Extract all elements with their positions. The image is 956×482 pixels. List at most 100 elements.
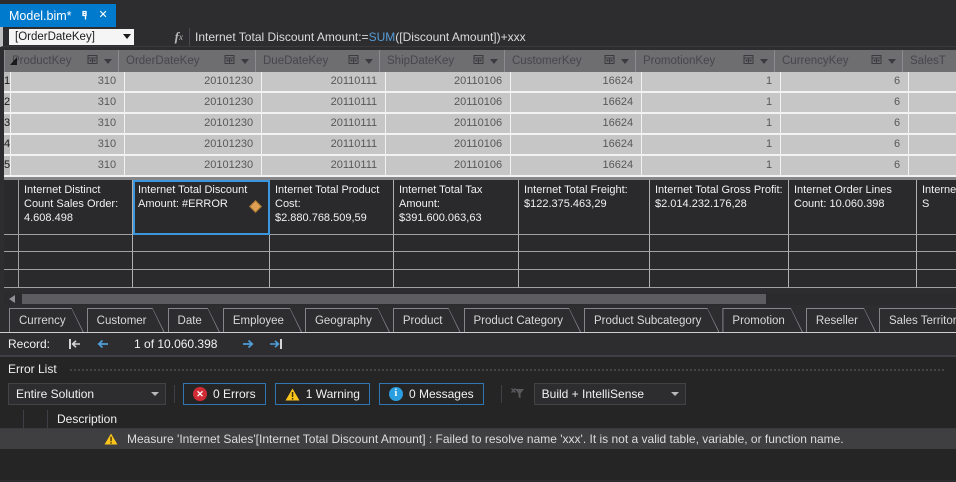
measure-cell[interactable] — [19, 270, 133, 288]
grid-cell[interactable]: 310 — [11, 72, 126, 93]
row-number[interactable]: 1 — [4, 72, 12, 93]
measure-cell[interactable]: Internet Total Discount Amount: #ERROR — [133, 180, 270, 235]
previous-record-button[interactable] — [96, 338, 109, 350]
grid-cell[interactable]: 20110106 — [386, 135, 512, 156]
measure-cell[interactable] — [917, 252, 956, 270]
grid-cell[interactable] — [909, 93, 956, 114]
measure-cell[interactable] — [650, 252, 789, 270]
grid-cell[interactable]: 1 — [642, 135, 782, 156]
grid-cell[interactable]: 16624 — [511, 135, 643, 156]
row-number[interactable]: 2 — [4, 93, 12, 114]
next-record-button[interactable] — [242, 338, 255, 350]
row-number[interactable]: 5 — [4, 156, 12, 177]
grid-cell[interactable]: 1 — [642, 156, 782, 177]
scrollbar-thumb[interactable] — [22, 294, 766, 304]
table-tab-currency[interactable]: Currency — [9, 308, 84, 332]
measure-cell[interactable] — [917, 270, 956, 288]
grid-cell[interactable]: 310 — [11, 93, 126, 114]
column-header[interactable]: ProductKey — [5, 50, 119, 72]
column-header[interactable]: ShipDateKey — [380, 50, 505, 72]
measure-cell[interactable] — [133, 270, 270, 288]
table-tab-date[interactable]: Date — [168, 308, 220, 332]
grid-cell[interactable]: 20101230 — [125, 93, 263, 114]
grid-cell[interactable]: 20101230 — [125, 156, 263, 177]
table-tab-reseller[interactable]: Reseller — [806, 308, 876, 332]
grid-cell[interactable]: 16624 — [511, 72, 643, 93]
row-number[interactable]: 4 — [4, 135, 12, 156]
grid-cell[interactable]: 20110111 — [262, 72, 387, 93]
grid-cell[interactable]: 20101230 — [125, 72, 263, 93]
grid-cell[interactable]: 16624 — [511, 114, 643, 135]
build-filter-dropdown[interactable]: Build + IntelliSense — [533, 383, 686, 405]
measure-cell[interactable] — [133, 252, 270, 270]
grid-cell[interactable]: 1 — [642, 93, 782, 114]
grid-cell[interactable]: 16624 — [511, 93, 643, 114]
filter-dropdown-icon[interactable] — [621, 58, 629, 64]
scroll-left-arrow-icon[interactable] — [9, 295, 15, 303]
table-tab-product[interactable]: Product — [393, 308, 461, 332]
grid-cell[interactable] — [909, 72, 956, 93]
column-header[interactable]: SalesT — [903, 50, 956, 72]
measure-cell[interactable] — [270, 270, 394, 288]
formula-input[interactable]: Internet Total Discount Amount:=SUM([Dis… — [190, 30, 956, 44]
grid-cell[interactable]: 6 — [781, 135, 910, 156]
grid-cell[interactable] — [909, 114, 956, 135]
row-number[interactable]: 3 — [4, 114, 12, 135]
grid-cell[interactable]: 20110106 — [386, 93, 512, 114]
measure-cell[interactable] — [519, 252, 650, 270]
grid-cell[interactable]: 6 — [781, 72, 910, 93]
filter-dropdown-icon[interactable] — [104, 58, 112, 64]
grid-cell[interactable]: 20110111 — [262, 156, 387, 177]
column-header[interactable]: CustomerKey — [505, 50, 636, 72]
grid-cell[interactable]: 20110106 — [386, 72, 512, 93]
measure-cell[interactable] — [394, 235, 519, 252]
table-tab-employee[interactable]: Employee — [223, 308, 302, 332]
measure-cell[interactable] — [519, 235, 650, 252]
grid-cell[interactable]: 6 — [781, 114, 910, 135]
pin-icon[interactable] — [80, 10, 91, 21]
grid-cell[interactable]: 20110106 — [386, 156, 512, 177]
table-tab-promotion[interactable]: Promotion — [722, 308, 802, 332]
column-header[interactable]: DueDateKey — [256, 50, 380, 72]
grid-cell[interactable]: 6 — [781, 156, 910, 177]
filter-dropdown-icon[interactable] — [888, 58, 896, 64]
measure-cell[interactable] — [19, 235, 133, 252]
column-header[interactable]: OrderDateKey — [119, 50, 256, 72]
grid-cell[interactable]: 310 — [11, 114, 126, 135]
table-tab-geography[interactable]: Geography — [305, 308, 390, 332]
first-record-button[interactable] — [67, 338, 82, 350]
measure-cell[interactable] — [394, 270, 519, 288]
last-record-button[interactable] — [269, 338, 284, 350]
select-all-corner[interactable] — [4, 50, 17, 72]
close-icon[interactable]: ✕ — [99, 10, 108, 21]
measure-cell[interactable] — [789, 252, 917, 270]
grid-cell[interactable]: 16624 — [511, 156, 643, 177]
filter-dropdown-icon[interactable] — [365, 58, 373, 64]
warnings-toggle-button[interactable]: 1 Warning — [274, 383, 370, 405]
grid-cell[interactable]: 20110111 — [262, 135, 387, 156]
measure-cell[interactable] — [270, 235, 394, 252]
grid-cell[interactable]: 310 — [11, 156, 126, 177]
measure-cell[interactable]: Internet Gross S — [917, 180, 956, 235]
measure-cell[interactable] — [519, 270, 650, 288]
table-tab-sales-territory[interactable]: Sales Territory — [879, 308, 956, 332]
measure-cell[interactable] — [133, 235, 270, 252]
grid-cell[interactable] — [909, 156, 956, 177]
horizontal-scrollbar[interactable] — [4, 293, 956, 305]
grid-cell[interactable]: 6 — [781, 93, 910, 114]
measure-cell[interactable] — [394, 252, 519, 270]
measure-cell[interactable] — [650, 235, 789, 252]
grid-cell[interactable]: 310 — [11, 135, 126, 156]
measure-cell[interactable] — [917, 235, 956, 252]
error-list-row[interactable]: Measure 'Internet Sales'[Internet Total … — [0, 429, 956, 449]
grid-cell[interactable]: 20101230 — [125, 114, 263, 135]
scope-dropdown[interactable]: Entire Solution — [8, 383, 166, 405]
grid-cell[interactable]: 1 — [642, 114, 782, 135]
clear-filter-icon[interactable] — [510, 387, 526, 401]
grid-cell[interactable]: 20101230 — [125, 135, 263, 156]
errors-toggle-button[interactable]: ✕ 0 Errors — [183, 383, 266, 405]
measure-cell[interactable]: Internet Total Product Cost: $2.880.768.… — [270, 180, 394, 235]
measure-cell[interactable] — [270, 252, 394, 270]
document-tab-model-bim[interactable]: Model.bim* ✕ — [0, 4, 116, 27]
measure-cell[interactable]: Internet Total Gross Profit: $2.014.232.… — [650, 180, 789, 235]
